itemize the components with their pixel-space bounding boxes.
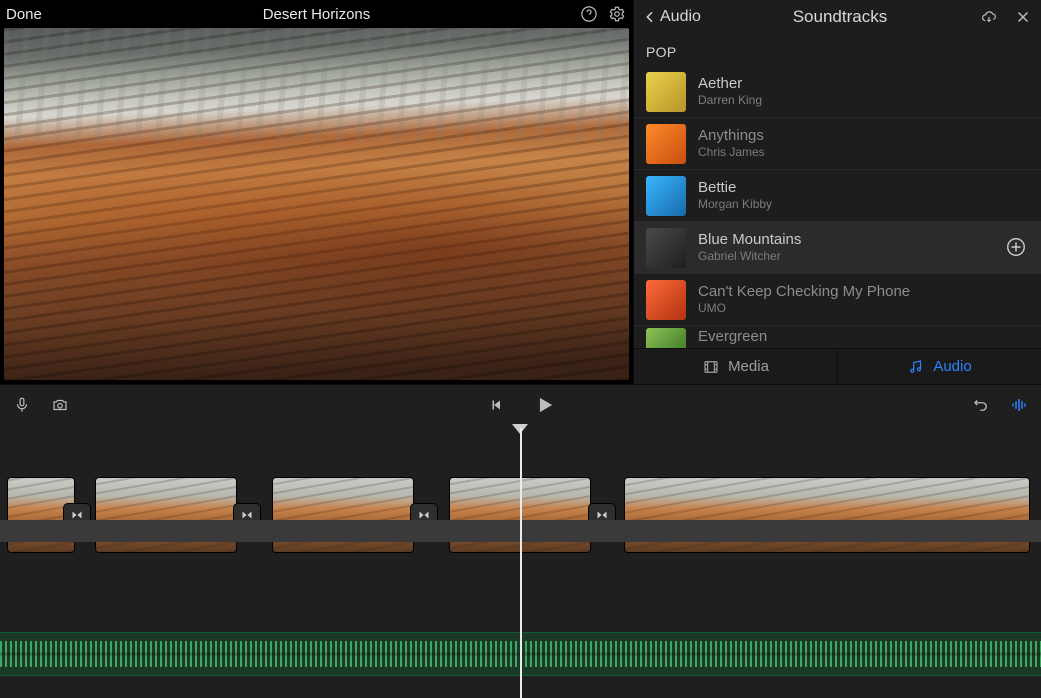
track-name: Anythings <box>698 127 1029 145</box>
audio-waveform-icon[interactable] <box>1009 395 1029 415</box>
preview-frame[interactable] <box>4 28 629 380</box>
add-track-button[interactable] <box>1005 236 1029 260</box>
back-label: Audio <box>660 8 701 26</box>
audio-header: Audio Soundtracks <box>634 0 1041 34</box>
track-list[interactable]: AetherDarren KingAnythingsChris JamesBet… <box>634 66 1041 348</box>
project-title: Desert Horizons <box>263 6 371 23</box>
help-icon[interactable] <box>579 4 599 24</box>
track-name: Bettie <box>698 179 1029 197</box>
album-art <box>646 280 686 320</box>
tab-audio-label: Audio <box>933 358 971 375</box>
album-art <box>646 72 686 112</box>
done-button[interactable]: Done <box>6 6 42 23</box>
track-name: Evergreen <box>698 328 1029 346</box>
track-name: Can't Keep Checking My Phone <box>698 283 1029 301</box>
album-art <box>646 124 686 164</box>
video-preview-pane: Done Desert Horizons <box>0 0 633 384</box>
microphone-icon[interactable] <box>12 395 32 415</box>
track-row[interactable]: Blue MountainsGabriel Witcher <box>634 222 1041 274</box>
back-button[interactable]: Audio <box>642 8 701 26</box>
tab-media-label: Media <box>728 358 769 375</box>
undo-icon[interactable] <box>971 395 991 415</box>
track-row[interactable]: Evergreen <box>634 326 1041 348</box>
audio-browser-pane: Audio Soundtracks POP AetherDarren KingA… <box>633 0 1041 384</box>
album-art <box>646 176 686 216</box>
gear-icon[interactable] <box>607 4 627 24</box>
skip-back-icon[interactable] <box>487 395 507 415</box>
track-artist: Gabriel Witcher <box>698 249 993 263</box>
track-artist: Morgan Kibby <box>698 197 1029 211</box>
tab-media[interactable]: Media <box>634 349 838 384</box>
browser-tabs: Media Audio <box>634 348 1041 384</box>
track-artist: Darren King <box>698 93 1029 107</box>
track-artist: UMO <box>698 301 1029 315</box>
track-row[interactable]: BettieMorgan Kibby <box>634 170 1041 222</box>
preview-header: Done Desert Horizons <box>0 0 633 28</box>
track-row[interactable]: AnythingsChris James <box>634 118 1041 170</box>
track-name: Aether <box>698 75 1029 93</box>
timeline[interactable] <box>0 424 1041 698</box>
section-header: POP <box>634 34 1041 66</box>
album-art <box>646 228 686 268</box>
track-name: Blue Mountains <box>698 231 993 249</box>
tab-audio[interactable]: Audio <box>838 349 1041 384</box>
cloud-download-icon[interactable] <box>979 7 999 27</box>
audio-title: Soundtracks <box>701 7 979 27</box>
playhead[interactable] <box>520 428 522 698</box>
track-row[interactable]: AetherDarren King <box>634 66 1041 118</box>
track-row[interactable]: Can't Keep Checking My PhoneUMO <box>634 274 1041 326</box>
track-artist: Chris James <box>698 145 1029 159</box>
album-art <box>646 328 686 348</box>
close-icon[interactable] <box>1013 7 1033 27</box>
transport-bar <box>0 384 1041 424</box>
play-icon[interactable] <box>531 391 558 418</box>
camera-icon[interactable] <box>50 395 70 415</box>
